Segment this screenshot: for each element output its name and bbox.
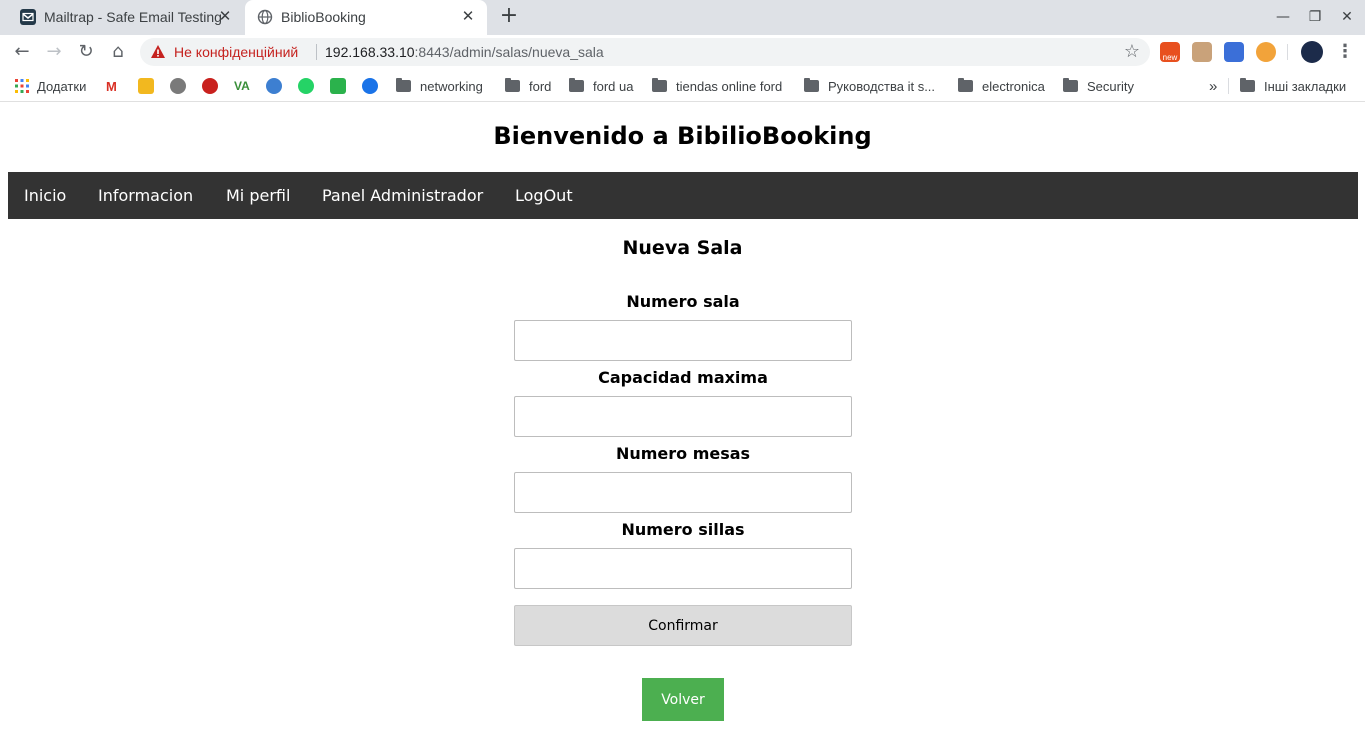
tab-mailtrap[interactable]: Mailtrap - Safe Email Testing ✕ [8,0,244,35]
tab-title: BiblioBooking [281,9,366,25]
folder-icon [652,78,667,92]
url-path: :8443/admin/salas/nueva_sala [414,44,604,60]
page-content: Bienvenido a BibilioBooking Inicio Infor… [0,103,1365,729]
close-tab-icon[interactable]: ✕ [216,8,234,26]
bookmark-folder-tiendas[interactable]: tiendas online ford [652,77,782,95]
tab-bibliobooking[interactable]: BiblioBooking ✕ [245,0,487,35]
site-title: Bienvenido a BibilioBooking [493,122,872,150]
back-button[interactable]: Volver [642,678,724,721]
divider [316,44,317,60]
folder-icon [1240,78,1255,92]
jira-icon[interactable] [138,77,161,95]
nav-inicio[interactable]: Inicio [24,186,66,205]
bookmark-folder-ford-ua[interactable]: ford ua [569,77,633,95]
nav-logout[interactable]: LogOut [515,186,573,205]
folder-icon [505,78,520,92]
bookmarks-divider [1228,78,1229,94]
bookmark-label: Інші закладки [1264,78,1347,94]
restore-icon[interactable]: ❐ [1306,8,1324,26]
mailtrap-icon [20,9,36,25]
tab-title: Mailtrap - Safe Email Testing [44,9,222,25]
form-heading: Nueva Sala [622,237,743,259]
profile-avatar[interactable] [1301,41,1323,63]
bookmark-folder-security[interactable]: Security [1063,77,1134,95]
bookmark-apps[interactable]: Додатки [14,77,86,95]
globe-icon [257,9,273,25]
extension-new-icon[interactable]: new [1160,42,1180,62]
va-icon[interactable]: VA [234,77,250,95]
folder-icon [569,78,584,92]
gmail-icon[interactable]: M [106,77,117,95]
fox-icon[interactable] [170,77,193,95]
bookmarks-overflow-chevron-icon[interactable]: » [1209,77,1217,95]
capacidad-maxima-label: Capacidad maxima [598,368,768,387]
apps-grid-icon [15,79,29,93]
new-tab-button[interactable]: + [498,5,520,28]
bookmark-folder-networking[interactable]: networking [396,77,483,95]
numero-mesas-input[interactable] [514,472,852,513]
url-text[interactable]: 192.168.33.10:8443/admin/salas/nueva_sal… [325,44,604,60]
main-nav: Inicio Informacion Mi perfil Panel Admin… [8,172,1358,219]
address-bar[interactable]: Не конфіденційний 192.168.33.10:8443/adm… [140,38,1150,66]
minimize-icon[interactable]: — [1274,8,1292,26]
folder-icon [958,78,973,92]
numero-sillas-input[interactable] [514,548,852,589]
numero-mesas-label: Numero mesas [615,444,751,463]
extension-box-icon[interactable] [1192,42,1212,62]
bookmark-folder-electronica[interactable]: electronica [958,77,1045,95]
bookmark-label: tiendas online ford [676,78,783,94]
bookmark-label: networking [420,78,483,94]
bookmarks-bar: Додатки M VA networking ford ford ua tie… [0,69,1365,102]
bookmark-star-icon[interactable]: ☆ [1124,41,1140,62]
menu-kebab-icon[interactable]: ⋮ [1336,40,1354,64]
tab-strip: Mailtrap - Safe Email Testing ✕ BiblioBo… [0,0,1365,35]
toolbar-divider [1287,44,1288,60]
bookmark-folder-ford[interactable]: ford [505,77,551,95]
nav-informacion[interactable]: Informacion [98,186,193,205]
nav-panel-administrador[interactable]: Panel Administrador [322,186,483,205]
extension-owl-icon[interactable] [1256,42,1276,62]
meet-icon[interactable] [362,77,385,95]
window-close-icon[interactable]: ✕ [1338,8,1356,26]
confirm-button[interactable]: Confirmar [514,605,852,646]
home-icon[interactable]: ⌂ [106,40,130,64]
bookmark-label: Security [1087,78,1134,94]
capacidad-maxima-input[interactable] [514,396,852,437]
warning-icon [151,45,165,58]
numero-sillas-label: Numero sillas [621,520,745,539]
close-tab-icon[interactable]: ✕ [459,8,477,26]
nav-mi-perfil[interactable]: Mi perfil [226,186,290,205]
feedly-icon[interactable] [330,77,353,95]
reload-icon[interactable]: ↻ [74,40,98,64]
numero-sala-label: Numero sala [626,292,740,311]
bookmark-label: Додатки [37,78,87,94]
bookmark-folder-guides[interactable]: Руководства it s... [804,77,935,95]
browser-toolbar: ← → ↻ ⌂ Не конфіденційний 192.168.33.10:… [0,35,1365,69]
back-arrow-icon[interactable]: ← [10,40,34,64]
star-icon[interactable] [202,77,225,95]
folder-icon [1063,78,1078,92]
numero-sala-input[interactable] [514,320,852,361]
bookmark-label: ford [529,78,552,94]
extension-store-icon[interactable] [1224,42,1244,62]
security-status[interactable]: Не конфіденційний [174,44,298,60]
url-host: 192.168.33.10 [325,44,415,60]
qbittorrent-icon[interactable] [266,77,289,95]
bookmark-label: electronica [982,78,1045,94]
bookmark-label: Руководства it s... [828,78,936,94]
extension-badge: new [1162,53,1178,62]
other-bookmarks-folder[interactable]: Інші закладки [1240,77,1346,95]
whatsapp-icon[interactable] [298,77,321,95]
folder-icon [804,78,819,92]
forward-arrow-icon[interactable]: → [42,40,66,64]
bookmark-label: ford ua [593,78,634,94]
folder-icon [396,78,411,92]
